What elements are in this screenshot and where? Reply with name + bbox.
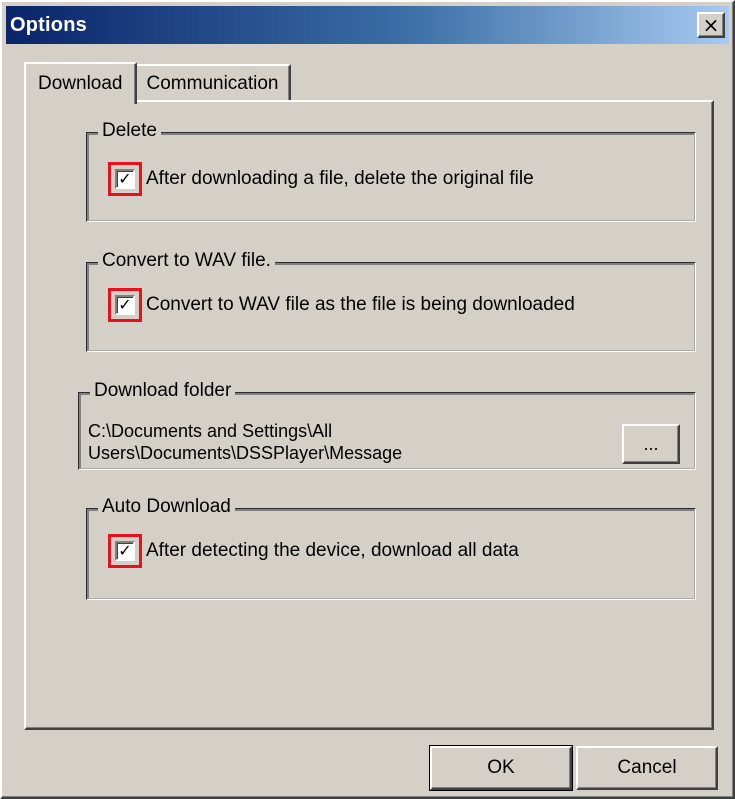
close-icon: ×	[702, 13, 720, 37]
download-folder-group-title: Download folder	[90, 380, 236, 402]
checkmark-icon: ✓	[118, 169, 132, 188]
download-folder-path: C:\Documents and Settings\All Users\Docu…	[88, 420, 588, 464]
convert-wav-label: Convert to WAV file as the file is being…	[146, 294, 575, 315]
checkmark-icon: ✓	[118, 295, 132, 314]
delete-original-label: After downloading a file, delete the ori…	[146, 168, 534, 189]
checkbox-highlight: ✓	[108, 534, 142, 568]
tab-download[interactable]: Download	[24, 62, 137, 104]
download-folder-group: Download folder C:\Documents and Setting…	[78, 380, 696, 470]
delete-group-title: Delete	[98, 120, 161, 142]
checkbox-highlight: ✓	[108, 288, 142, 322]
folder-path-line-1: C:\Documents and Settings\All	[88, 421, 333, 441]
auto-download-group: Auto Download ✓ After detecting the devi…	[86, 496, 696, 600]
convert-wav-group-title: Convert to WAV file.	[98, 250, 275, 272]
delete-group: Delete ✓ After downloading a file, delet…	[86, 120, 696, 222]
convert-wav-checkbox[interactable]: ✓	[115, 295, 135, 315]
checkmark-icon: ✓	[118, 541, 132, 560]
tab-strip: Download Communication	[24, 60, 291, 104]
auto-download-option[interactable]: ✓ After detecting the device, download a…	[108, 534, 519, 568]
checkbox-highlight: ✓	[108, 162, 142, 196]
title-bar[interactable]: Options ×	[6, 6, 729, 44]
convert-wav-option[interactable]: ✓ Convert to WAV file as the file is bei…	[108, 288, 575, 322]
tab-communication[interactable]: Communication	[134, 64, 291, 102]
auto-download-checkbox[interactable]: ✓	[115, 541, 135, 561]
delete-original-option[interactable]: ✓ After downloading a file, delete the o…	[108, 162, 534, 196]
auto-download-group-title: Auto Download	[98, 496, 235, 518]
close-button[interactable]: ×	[697, 12, 725, 38]
auto-download-label: After detecting the device, download all…	[146, 540, 519, 561]
folder-path-line-2: Users\Documents\DSSPlayer\Message	[88, 443, 403, 463]
convert-wav-group: Convert to WAV file. ✓ Convert to WAV fi…	[86, 250, 696, 352]
cancel-button[interactable]: Cancel	[576, 746, 718, 790]
ok-button[interactable]: OK	[429, 745, 573, 791]
window-title: Options	[10, 13, 87, 36]
options-dialog: Options × Download Communication Delete …	[0, 0, 735, 799]
browse-folder-button[interactable]: ...	[622, 424, 680, 464]
delete-original-checkbox[interactable]: ✓	[115, 169, 135, 189]
download-tab-panel: Delete ✓ After downloading a file, delet…	[24, 100, 714, 730]
